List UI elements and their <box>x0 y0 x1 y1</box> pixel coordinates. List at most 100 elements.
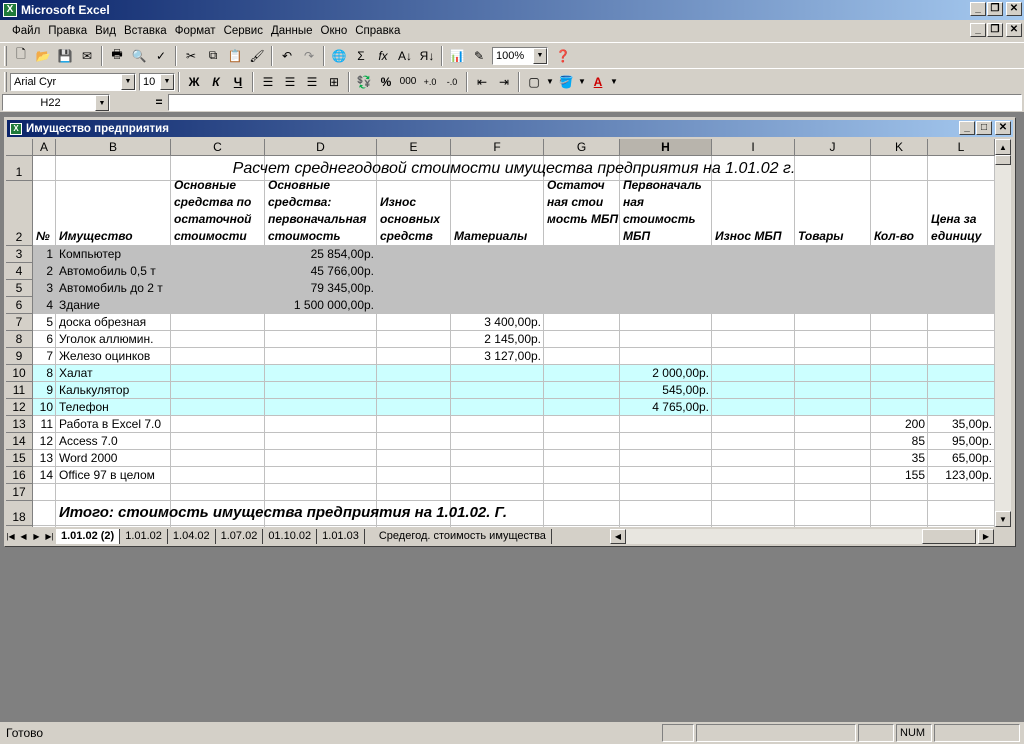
workbook-maximize-button[interactable]: □ <box>976 121 992 135</box>
sheet-tab[interactable]: 1.01.02 <box>120 529 168 544</box>
header-cell-number[interactable]: № <box>36 228 56 245</box>
formula-equals[interactable]: = <box>152 94 166 111</box>
cell-number[interactable]: 5 <box>33 314 53 331</box>
spreadsheet-grid[interactable]: A B C D E F G H I J K L 1 2 3 4 5 6 7 8 … <box>6 139 995 527</box>
cell-price[interactable]: 35,00р. <box>928 416 992 433</box>
help-icon[interactable]: ❓ <box>552 45 574 67</box>
percent-button[interactable]: % <box>375 71 397 93</box>
cell-number[interactable]: 12 <box>33 433 53 450</box>
drawing-icon[interactable]: ✎ <box>468 45 490 67</box>
menu-data[interactable]: Данные <box>267 25 317 37</box>
chevron-down-icon[interactable]: ▼ <box>609 71 619 93</box>
doc-close-button[interactable]: ✕ <box>1006 23 1022 37</box>
column-header-selected[interactable]: H <box>620 139 712 156</box>
save-icon[interactable]: 💾 <box>54 45 76 67</box>
autosum-icon[interactable]: Σ <box>350 45 372 67</box>
menu-help[interactable]: Справка <box>351 25 404 37</box>
undo-icon[interactable]: ↶ <box>276 45 298 67</box>
cell-value[interactable]: 1 500 000,00р. <box>265 297 374 314</box>
cell-property[interactable]: Автомобиль до 2 т <box>59 280 163 297</box>
horizontal-scrollbar[interactable]: ◀ ▶ <box>610 529 994 544</box>
cell-number[interactable]: 11 <box>33 416 53 433</box>
row-header[interactable]: 10 <box>6 365 33 382</box>
toolbar-grip[interactable] <box>4 45 7 66</box>
row-header[interactable]: 17 <box>6 484 33 501</box>
cell-property[interactable]: Работа в Excel 7.0 <box>59 416 161 433</box>
last-sheet-icon[interactable]: ▶| <box>43 529 56 544</box>
cell-number[interactable]: 9 <box>33 382 53 399</box>
function-icon[interactable]: fx <box>372 45 394 67</box>
cell-property[interactable]: Компьютер <box>59 246 121 263</box>
row-header[interactable]: 9 <box>6 348 33 365</box>
sheet-tab[interactable]: 01.10.02 <box>263 529 318 544</box>
cell-property[interactable]: Office 97 в целом <box>59 467 155 484</box>
cell-property[interactable]: Автомобиль 0,5 т <box>59 263 156 280</box>
email-icon[interactable]: ✉ <box>76 45 98 67</box>
sheet-tab[interactable]: 1.01.03 <box>317 529 365 544</box>
print-preview-icon[interactable]: 🔍 <box>128 45 150 67</box>
workbook-close-button[interactable]: ✕ <box>995 121 1011 135</box>
cell-property[interactable]: доска обрезная <box>59 314 146 331</box>
sheet-tab[interactable]: 1.04.02 <box>168 529 216 544</box>
header-cell-quantity[interactable]: Кол-во <box>874 228 927 245</box>
currency-icon[interactable]: 💱 <box>353 71 375 93</box>
column-header[interactable]: F <box>451 139 544 156</box>
column-header[interactable]: E <box>377 139 451 156</box>
select-all-corner[interactable] <box>6 139 33 156</box>
sheet-tab-active[interactable]: 1.01.02 (2) <box>56 529 121 544</box>
formula-input[interactable] <box>168 94 1022 111</box>
row-header[interactable]: 16 <box>6 467 33 484</box>
chevron-down-icon[interactable]: ▼ <box>533 47 547 64</box>
toolbar-grip[interactable] <box>4 71 7 92</box>
sort-descending-icon[interactable]: Я↓ <box>416 45 438 67</box>
cell-quantity[interactable]: 35 <box>871 450 925 467</box>
vertical-scrollbar[interactable]: ▲ ▼ <box>995 139 1011 527</box>
sheet-tab[interactable]: Средегод. стоимость имущества <box>365 529 552 544</box>
decrease-decimal-icon[interactable]: -.0 <box>441 71 463 93</box>
cell-number[interactable]: 1 <box>33 246 53 263</box>
column-header[interactable]: K <box>871 139 928 156</box>
first-sheet-icon[interactable]: |◀ <box>4 529 17 544</box>
increase-decimal-icon[interactable]: +.0 <box>419 71 441 93</box>
header-cell-unit-price[interactable]: Цена за единицу <box>931 211 994 245</box>
align-right-icon[interactable]: ☰ <box>301 71 323 93</box>
increase-indent-icon[interactable]: ⇥ <box>493 71 515 93</box>
cell-number[interactable]: 10 <box>33 399 53 416</box>
copy-icon[interactable]: ⧉ <box>202 45 224 67</box>
font-name-select[interactable]: Arial Cyr ▼ <box>10 72 136 91</box>
doc-minimize-button[interactable]: _ <box>970 23 986 37</box>
row-header[interactable]: 18 <box>6 501 33 526</box>
borders-icon[interactable]: ▢ <box>523 71 545 93</box>
chevron-down-icon[interactable]: ▼ <box>577 71 587 93</box>
name-box[interactable]: H22 ▼ <box>2 94 110 111</box>
cell-price[interactable]: 95,00р. <box>928 433 992 450</box>
restore-button[interactable]: ❐ <box>987 2 1003 16</box>
cell-value[interactable]: 25 854,00р. <box>265 246 374 263</box>
zoom-select[interactable]: 100% ▼ <box>492 46 548 65</box>
cell-number[interactable]: 6 <box>33 331 53 348</box>
thousands-button[interactable]: 000 <box>397 71 419 93</box>
cut-icon[interactable]: ✂ <box>180 45 202 67</box>
cell-number[interactable]: 4 <box>33 297 53 314</box>
cell-number[interactable]: 14 <box>33 467 53 484</box>
header-cell-mbp-initial[interactable]: Первоначаль ная стоимость МБП <box>623 177 711 245</box>
cell-value[interactable]: 2 000,00р. <box>620 365 709 382</box>
decrease-indent-icon[interactable]: ⇤ <box>471 71 493 93</box>
header-cell-fixed-assets-residual[interactable]: Основные средства по остаточной стоимост… <box>174 177 264 245</box>
italic-button[interactable]: К <box>205 71 227 93</box>
chevron-down-icon[interactable]: ▼ <box>121 73 135 90</box>
font-color-icon[interactable]: A <box>587 71 609 93</box>
format-painter-icon[interactable]: 🖌 <box>246 45 268 67</box>
scroll-thumb[interactable] <box>922 529 976 544</box>
menu-tools[interactable]: Сервис <box>220 25 267 37</box>
spelling-icon[interactable]: ✓ <box>150 45 172 67</box>
column-header[interactable]: J <box>795 139 871 156</box>
header-cell-property[interactable]: Имущество <box>59 228 169 245</box>
column-header[interactable]: C <box>171 139 265 156</box>
row-header[interactable]: 5 <box>6 280 33 297</box>
sort-ascending-icon[interactable]: A↓ <box>394 45 416 67</box>
cell-value[interactable]: 2 145,00р. <box>451 331 541 348</box>
paste-icon[interactable]: 📋 <box>224 45 246 67</box>
workbook-icon[interactable]: X <box>10 122 22 135</box>
scroll-down-icon[interactable]: ▼ <box>995 511 1011 527</box>
